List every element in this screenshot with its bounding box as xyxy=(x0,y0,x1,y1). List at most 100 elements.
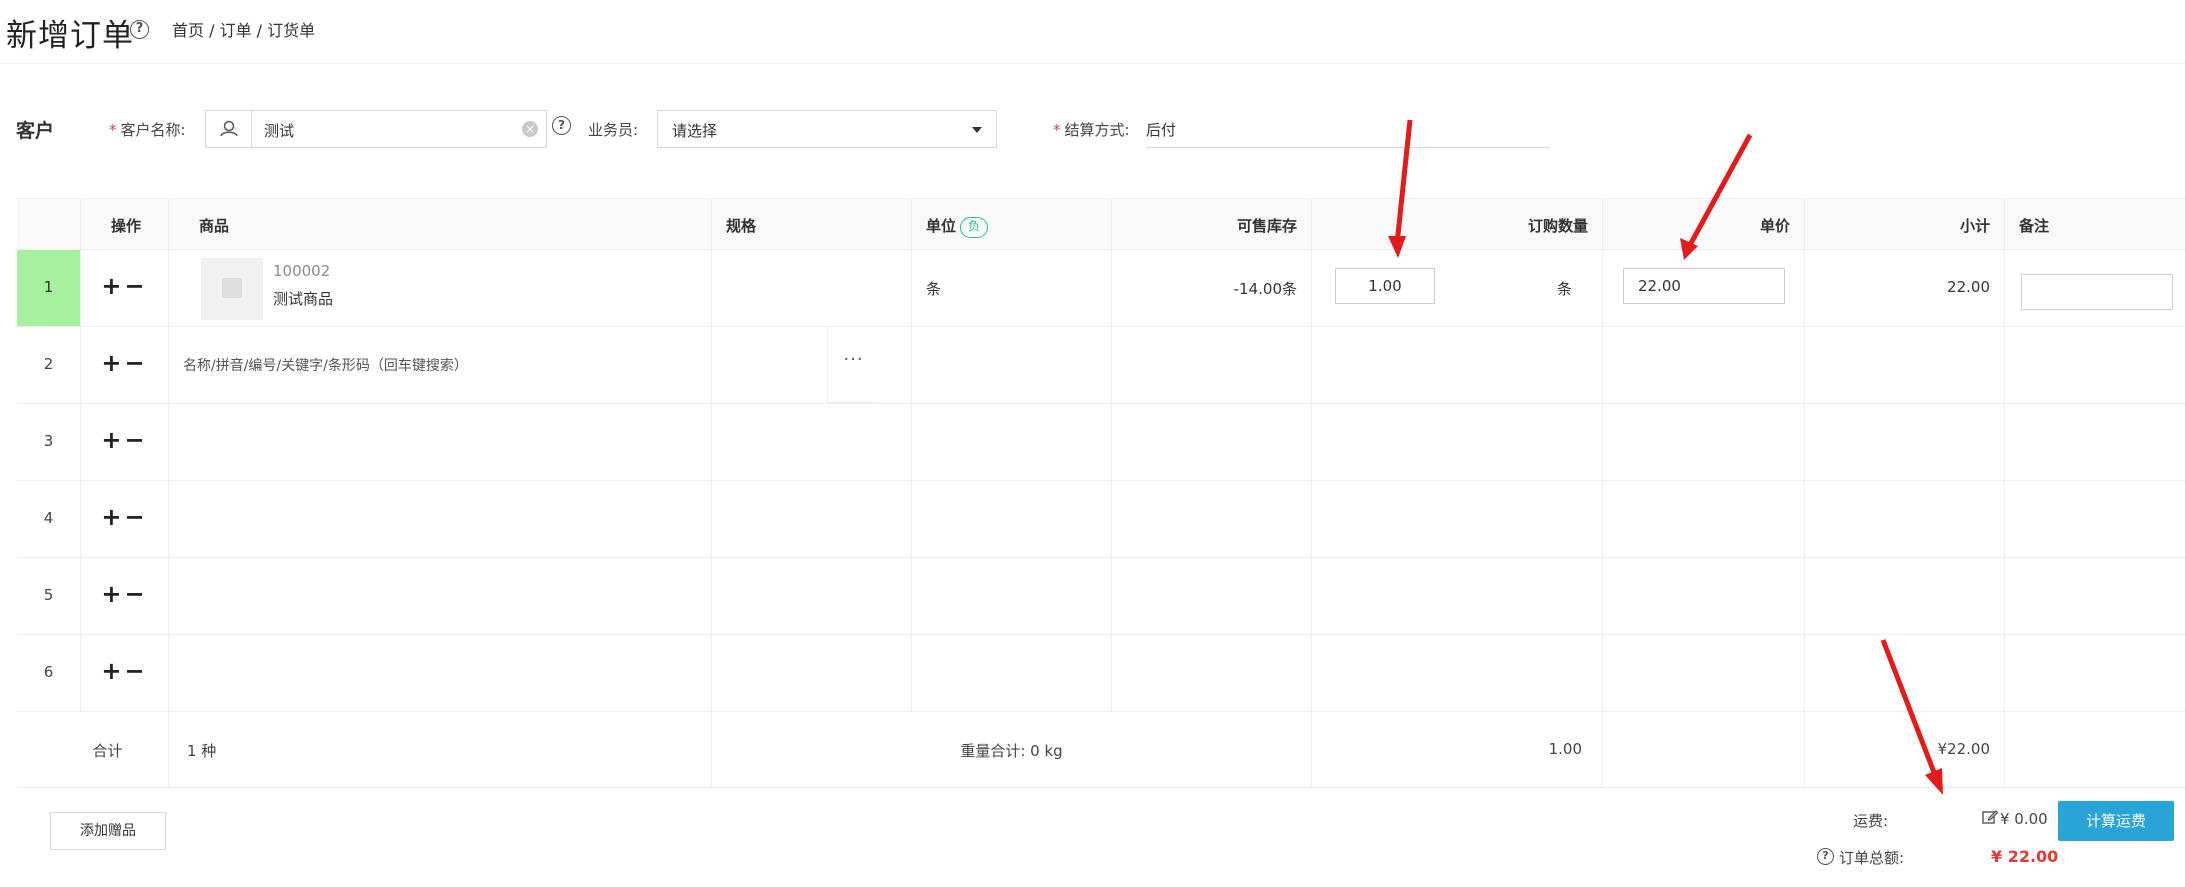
header-note: 备注 xyxy=(2019,217,2050,235)
qty-cell xyxy=(1312,635,1603,711)
calculate-freight-button[interactable]: 计算运费 xyxy=(2058,801,2174,841)
spec-cell xyxy=(712,250,912,326)
unit-cell xyxy=(912,481,1112,557)
qty-cell xyxy=(1312,404,1603,480)
summary-weight: 重量合计: 0 kg xyxy=(712,712,1312,787)
product-search-cell[interactable]: 名称/拼音/编号/关键字/条形码（回车键搜索） ··· xyxy=(169,327,879,403)
help-icon[interactable]: ? xyxy=(130,20,149,39)
spec-cell xyxy=(712,635,912,711)
customer-name-input[interactable]: 测试 × xyxy=(205,110,547,148)
note-input[interactable] xyxy=(2021,274,2173,310)
salesman-select-value: 请选择 xyxy=(672,122,718,140)
stock-cell xyxy=(1112,404,1312,480)
page-header: 新增订单 ? 首页 / 订单 / 订货单 xyxy=(0,0,2185,64)
product-cell xyxy=(169,404,712,480)
unit-cell xyxy=(912,327,1112,403)
price-cell xyxy=(1603,481,1805,557)
spec-cell xyxy=(712,481,912,557)
user-icon xyxy=(206,111,252,147)
stock-cell xyxy=(1112,481,1312,557)
subtotal-cell xyxy=(1805,558,2005,634)
qty-input[interactable]: 1.00 xyxy=(1335,268,1435,304)
summary-note xyxy=(2005,712,2185,787)
note-cell xyxy=(2005,558,2185,634)
order-items-table: 操作 商品 规格 单位负 可售库存 订购数量 单价 小计 备注 1 +− 100… xyxy=(17,198,2185,887)
salesman-select[interactable]: 请选择 xyxy=(657,110,997,148)
row-index: 3 xyxy=(17,404,81,480)
order-total-label: 订单总额: xyxy=(1839,849,1905,867)
header-spec: 规格 xyxy=(712,199,912,249)
unit-cell xyxy=(912,404,1112,480)
header-ops: 操作 xyxy=(81,199,169,249)
product-cell xyxy=(169,481,712,557)
summary-qty: 1.00 xyxy=(1312,712,1603,787)
table-row: 3 +− xyxy=(17,404,2185,481)
note-cell xyxy=(2005,404,2185,480)
customer-section-label: 客户 xyxy=(16,120,55,142)
subtotal-cell xyxy=(1805,404,2005,480)
table-row: 5 +− xyxy=(17,558,2185,635)
product-cell xyxy=(169,558,712,634)
stock-cell: -14.00条 xyxy=(1112,250,1312,326)
row-add-remove-buttons[interactable]: +− xyxy=(81,558,169,634)
order-total-value: ¥ 22.00 xyxy=(1991,847,2059,866)
header-price: 单价 xyxy=(1603,199,1805,249)
spec-cell xyxy=(712,558,912,634)
header-product: 商品 xyxy=(169,199,712,249)
customer-name-label: * 客户名称: xyxy=(109,121,186,139)
price-cell xyxy=(1603,327,1805,403)
row-index: 6 xyxy=(17,635,81,711)
chevron-down-icon xyxy=(972,127,982,133)
row-add-remove-buttons[interactable]: +− xyxy=(81,404,169,480)
qty-cell xyxy=(1312,558,1603,634)
subtotal-cell xyxy=(1805,327,2005,403)
summary-amount: ¥22.00 xyxy=(1805,712,2005,787)
settlement-value[interactable]: 后付 xyxy=(1146,110,1550,148)
freight-label: 运费: xyxy=(1853,812,1889,830)
note-cell xyxy=(2005,327,2185,403)
order-footer: 添加赠品 运费: ¥ 0.00 计算运费 ? 订单总额: ¥ 22.00 xyxy=(17,788,2185,887)
unit-cell: 条 xyxy=(912,250,1112,326)
product-thumbnail xyxy=(201,258,263,320)
image-placeholder-icon xyxy=(222,278,242,298)
summary-kinds: 1 种 xyxy=(169,712,712,787)
stock-cell xyxy=(1112,635,1312,711)
unit-cell xyxy=(912,635,1112,711)
subtotal-cell xyxy=(1805,481,2005,557)
freight-value: ¥ 0.00 xyxy=(2000,810,2048,828)
edit-icon[interactable] xyxy=(1981,808,1999,826)
header-index xyxy=(17,199,81,249)
spec-cell xyxy=(712,404,912,480)
table-row: 2 +− 名称/拼音/编号/关键字/条形码（回车键搜索） ··· xyxy=(17,327,2185,404)
header-unit: 单位负 xyxy=(912,199,1112,249)
price-cell xyxy=(1603,404,1805,480)
breadcrumb[interactable]: 首页 / 订单 / 订货单 xyxy=(172,17,315,41)
note-cell xyxy=(2005,481,2185,557)
required-mark: * xyxy=(109,121,117,139)
negative-stock-tag: 负 xyxy=(960,217,989,238)
add-gift-button[interactable]: 添加赠品 xyxy=(50,812,166,850)
total-help-icon[interactable]: ? xyxy=(1817,848,1834,865)
row-index: 2 xyxy=(17,327,81,403)
spec-cell xyxy=(712,327,912,403)
price-input[interactable]: 22.00 xyxy=(1623,268,1785,304)
clear-icon[interactable]: × xyxy=(522,121,538,137)
row-add-remove-buttons[interactable]: +− xyxy=(81,250,169,326)
summary-label: 合计 xyxy=(17,712,169,787)
qty-cell xyxy=(1312,327,1603,403)
row-index: 1 xyxy=(17,250,81,326)
row-add-remove-buttons[interactable]: +− xyxy=(81,635,169,711)
page-title: 新增订单 xyxy=(6,18,134,54)
product-search-input[interactable]: 名称/拼音/编号/关键字/条形码（回车键搜索） xyxy=(183,355,468,375)
product-code: 100002 xyxy=(273,262,331,280)
header-qty: 订购数量 xyxy=(1312,199,1603,249)
table-row: 1 +− 100002 测试商品 条 -14.00条 条 22.00 1.00 … xyxy=(17,250,2185,327)
row-add-remove-buttons[interactable]: +− xyxy=(81,327,169,403)
salesman-label: 业务员: xyxy=(588,121,639,139)
row-add-remove-buttons[interactable]: +− xyxy=(81,481,169,557)
row-index: 4 xyxy=(17,481,81,557)
product-cell[interactable]: 100002 测试商品 xyxy=(169,250,712,326)
qty-cell xyxy=(1312,481,1603,557)
required-mark: * xyxy=(1053,121,1061,139)
customer-help-icon[interactable]: ? xyxy=(552,116,571,135)
